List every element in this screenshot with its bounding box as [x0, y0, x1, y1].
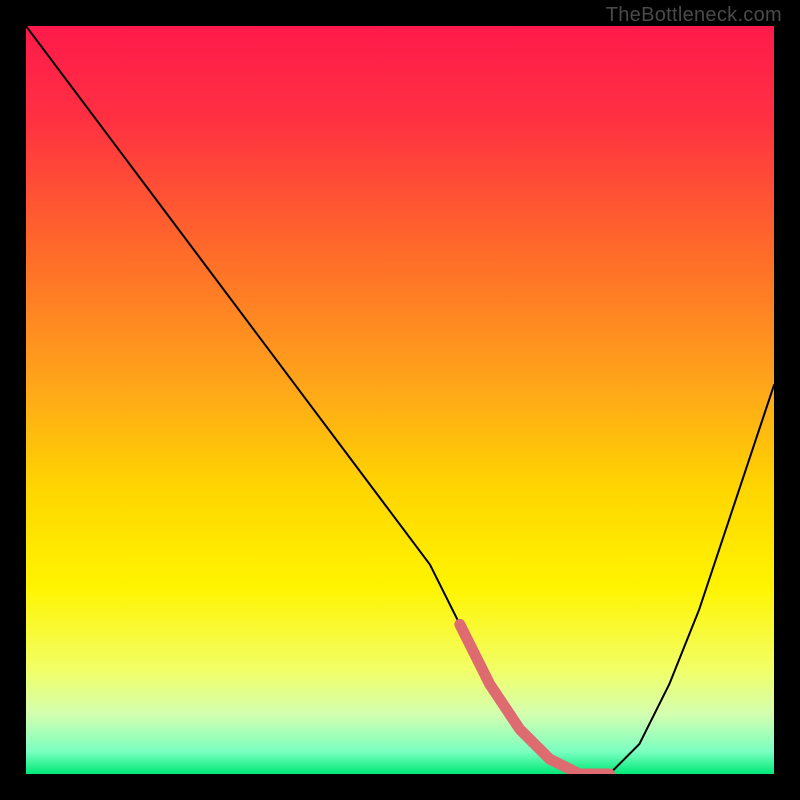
chart-frame: TheBottleneck.com	[0, 0, 800, 800]
highlight-segment	[460, 624, 610, 774]
plot-area	[26, 26, 774, 774]
attribution-label: TheBottleneck.com	[606, 4, 782, 27]
curve-layer	[26, 26, 774, 774]
bottleneck-curve	[26, 26, 774, 774]
